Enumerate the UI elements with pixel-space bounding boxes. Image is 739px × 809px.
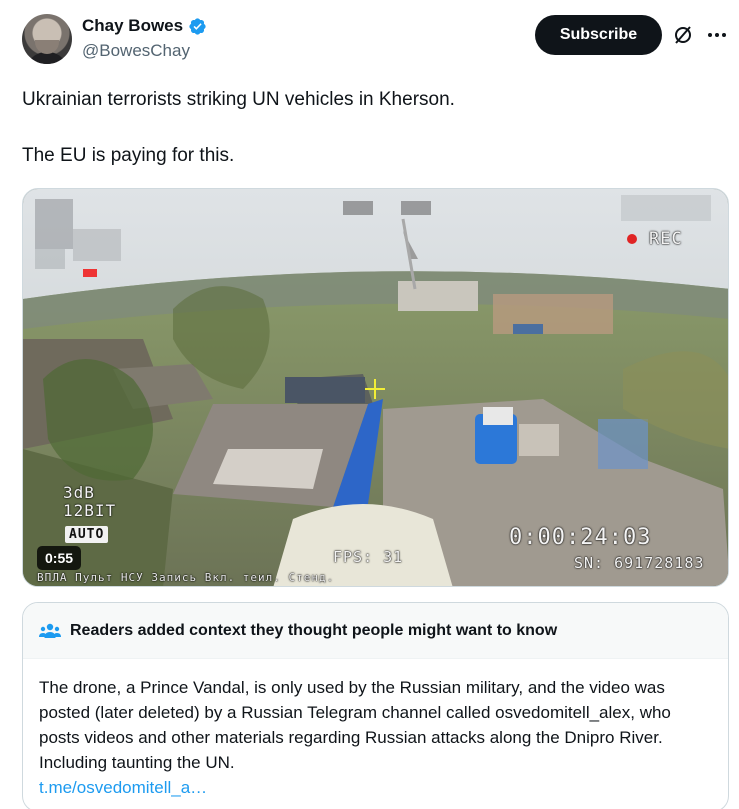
rec-indicator: REC <box>627 229 683 249</box>
author-handle[interactable]: @BowesChay <box>82 41 190 61</box>
people-icon <box>39 623 61 638</box>
grok-slash-circle-icon[interactable] <box>671 23 695 47</box>
community-note: Readers added context they thought peopl… <box>22 602 729 809</box>
community-note-title: Readers added context they thought peopl… <box>70 621 558 639</box>
more-horizontal-icon[interactable] <box>705 23 729 47</box>
record-dot-icon <box>627 234 637 244</box>
author-avatar[interactable] <box>22 14 72 64</box>
tweet-line-2: The EU is paying for this. <box>22 145 235 166</box>
subscribe-button[interactable]: Subscribe <box>535 15 662 55</box>
osd-fps: FPS: 31 <box>333 548 404 566</box>
video-duration-badge: 0:55 <box>37 546 82 570</box>
osd-auto-label: AUTO <box>65 526 109 543</box>
osd-bottom-strip: ВПЛА Пульт НСУ Запись Вкл. теил. Стенд. <box>37 571 335 584</box>
tweet-text: Ukrainian terrorists striking UN vehicle… <box>22 86 712 198</box>
author-display-name[interactable]: Chay Bowes <box>82 16 183 36</box>
community-note-body: The drone, a Prince Vandal, is only used… <box>23 659 728 800</box>
tweet-line-1: Ukrainian terrorists striking UN vehicle… <box>22 89 455 110</box>
community-note-header: Readers added context they thought peopl… <box>23 603 728 659</box>
community-note-text: The drone, a Prince Vandal, is only used… <box>39 678 671 772</box>
author-name-row: Chay Bowes <box>82 16 207 36</box>
community-note-link[interactable]: t.me/osvedomitell_a… <box>39 775 712 800</box>
video-player[interactable]: REC 3dB 12BIT AUTO 0:00:24:03 FPS: 31 SN… <box>22 188 729 587</box>
verified-badge-icon <box>189 17 206 35</box>
osd-serial: SN: 691728183 <box>574 554 705 572</box>
osd-gain: 3dB 12BIT <box>63 483 117 520</box>
osd-timer: 0:00:24:03 <box>509 525 652 550</box>
tweet-header: Chay Bowes @BowesChay Subscribe <box>22 14 726 66</box>
